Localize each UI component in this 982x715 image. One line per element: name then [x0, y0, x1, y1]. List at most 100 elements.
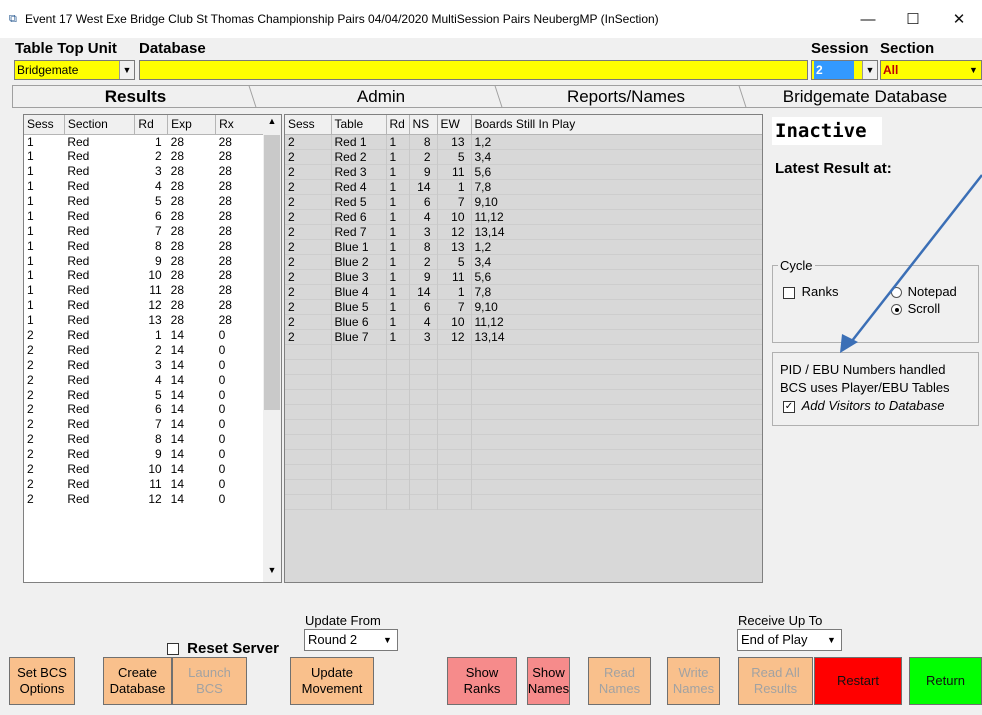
- table-top-unit-select[interactable]: Bridgemate ▼: [14, 60, 135, 80]
- table-row[interactable]: 2 Red 10 14 0: [24, 462, 264, 477]
- session-select[interactable]: 2 ▼: [811, 60, 878, 80]
- table-cell: 5: [154, 387, 162, 402]
- table-row[interactable]: 2 Blue 3 1 9 11 5,6: [285, 269, 762, 284]
- table-row[interactable]: 1 Red 3 28 28: [24, 164, 264, 179]
- return-button[interactable]: Return: [909, 657, 982, 705]
- show-ranks-button[interactable]: Show Ranks: [447, 657, 517, 705]
- table-row[interactable]: 2 Red 1 14 0: [24, 328, 264, 343]
- tab-results[interactable]: Results: [12, 85, 258, 107]
- table-row[interactable]: 1 Red 11 28 28: [24, 283, 264, 298]
- table-row[interactable]: 2 Red 5 1 6 7 9,10: [285, 194, 762, 209]
- table-row[interactable]: 2 Red 8 14 0: [24, 432, 264, 447]
- table-cell: 0: [218, 476, 226, 491]
- table-row[interactable]: 1 Red 9 28 28: [24, 253, 264, 268]
- table-row[interactable]: 2 Red 4 14 0: [24, 372, 264, 387]
- table-row[interactable]: 1 Red 6 28 28: [24, 208, 264, 223]
- chevron-down-icon[interactable]: ▼: [966, 61, 981, 79]
- table-row[interactable]: 2 Red 12 14 0: [24, 491, 264, 506]
- results-table[interactable]: Sess Section Rd Exp Rx 1 Red 1 28 28 1 Red 2 28 28 1 Re…: [23, 114, 282, 583]
- receive-up-to-select[interactable]: End of Play ▼: [737, 629, 842, 651]
- table-row[interactable]: 2 Red 3 1 9 11 5,6: [285, 164, 762, 179]
- table-row[interactable]: 1 Red 12 28 28: [24, 298, 264, 313]
- section-select[interactable]: All ▼: [880, 60, 982, 80]
- table-cell: [409, 434, 438, 449]
- column-header[interactable]: Table: [331, 115, 387, 135]
- boards-in-play-table[interactable]: Sess Table Rd NS EW Boards Still In Play 2 Red…: [284, 114, 763, 583]
- table-row[interactable]: 2 Red 1 1 8 13 1,2: [285, 134, 762, 149]
- table-cell: 1: [386, 179, 410, 194]
- table-cell: 6: [154, 208, 162, 223]
- table-row[interactable]: 1 Red 1 28 28: [24, 134, 264, 149]
- scroll-up-icon[interactable]: ▲: [263, 116, 281, 132]
- column-header[interactable]: Section: [64, 115, 136, 135]
- ranks-checkbox[interactable]: [783, 286, 795, 299]
- table-row[interactable]: 1 Red 10 28 28: [24, 268, 264, 283]
- write-names-button[interactable]: Write Names: [667, 657, 720, 705]
- table-row[interactable]: 1 Red 2 28 28: [24, 149, 264, 164]
- chevron-down-icon[interactable]: ▼: [862, 61, 877, 79]
- column-header[interactable]: NS: [409, 115, 438, 135]
- table-row[interactable]: 2 Red 11 14 0: [24, 476, 264, 491]
- table-row[interactable]: 1 Red 8 28 28: [24, 238, 264, 253]
- table-row[interactable]: 2 Blue 4 1 14 1 7,8: [285, 284, 762, 299]
- update-from-select[interactable]: Round 2 ▼: [304, 629, 398, 651]
- column-header[interactable]: EW: [437, 115, 472, 135]
- database-field[interactable]: [139, 60, 808, 80]
- set-bcs-options-button[interactable]: Set BCS Options: [9, 657, 75, 705]
- column-header[interactable]: Boards Still In Play: [471, 115, 762, 135]
- create-database-button[interactable]: Create Database: [103, 657, 172, 705]
- read-all-results-button[interactable]: Read All Results: [738, 657, 813, 705]
- table-cell: 14: [409, 284, 438, 299]
- chevron-down-icon[interactable]: ▼: [824, 632, 839, 648]
- table-row[interactable]: 2 Blue 2 1 2 5 3,4: [285, 254, 762, 269]
- table-row[interactable]: 2 Red 2 14 0: [24, 342, 264, 357]
- column-header[interactable]: Sess: [285, 115, 332, 135]
- restart-button[interactable]: Restart: [814, 657, 902, 705]
- table-row[interactable]: 2 Red 4 1 14 1 7,8: [285, 179, 762, 194]
- show-names-button[interactable]: Show Names: [527, 657, 570, 705]
- table-row[interactable]: 1 Red 7 28 28: [24, 223, 264, 238]
- table-row[interactable]: 2 Red 7 14 0: [24, 417, 264, 432]
- table-row[interactable]: 2 Red 6 14 0: [24, 402, 264, 417]
- column-header[interactable]: Sess: [24, 115, 65, 135]
- table-row[interactable]: 2 Red 2 1 2 5 3,4: [285, 149, 762, 164]
- column-header[interactable]: Rd: [134, 115, 169, 135]
- tab-admin[interactable]: Admin: [258, 85, 504, 107]
- tab-bridgemate-database[interactable]: Bridgemate Database: [748, 85, 982, 107]
- launch-bcs-button[interactable]: Launch BCS: [172, 657, 247, 705]
- close-button[interactable]: ✕: [936, 6, 982, 34]
- table-cell: Red 7: [331, 224, 387, 239]
- table-row[interactable]: 1 Red 5 28 28: [24, 194, 264, 209]
- column-header[interactable]: Exp: [167, 115, 217, 135]
- minimize-button[interactable]: —: [845, 6, 891, 34]
- add-visitors-label: Add Visitors to Database: [801, 398, 945, 413]
- table-cell: 0: [218, 357, 226, 372]
- scroll-thumb[interactable]: [264, 135, 280, 410]
- column-header[interactable]: Rx: [215, 115, 264, 135]
- table-row[interactable]: 2 Red 3 14 0: [24, 357, 264, 372]
- chevron-down-icon[interactable]: ▼: [119, 61, 134, 79]
- table-cell: 1: [27, 313, 34, 328]
- scroll-down-icon[interactable]: ▼: [263, 565, 281, 581]
- add-visitors-checkbox[interactable]: ✓: [783, 400, 795, 413]
- results-scrollbar[interactable]: ▲ ▼: [263, 115, 281, 582]
- table-row[interactable]: 2 Blue 7 1 3 12 13,14: [285, 329, 762, 344]
- update-movement-button[interactable]: Update Movement: [290, 657, 374, 705]
- maximize-button[interactable]: ☐: [890, 6, 936, 34]
- reset-server-option[interactable]: Reset Server: [167, 640, 279, 657]
- column-header[interactable]: Rd: [386, 115, 410, 135]
- chevron-down-icon[interactable]: ▼: [380, 632, 395, 648]
- table-row[interactable]: 1 Red 13 28 28: [24, 313, 264, 328]
- table-row[interactable]: 2 Red 5 14 0: [24, 387, 264, 402]
- table-row[interactable]: 2 Red 9 14 0: [24, 447, 264, 462]
- table-row[interactable]: 2 Blue 6 1 4 10 11,12: [285, 314, 762, 329]
- table-row[interactable]: 2 Blue 1 1 8 13 1,2: [285, 239, 762, 254]
- table-row[interactable]: 1 Red 4 28 28: [24, 179, 264, 194]
- table-row[interactable]: 2 Red 6 1 4 10 11,12: [285, 209, 762, 224]
- tab-reports-names[interactable]: Reports/Names: [504, 85, 748, 107]
- table-row[interactable]: 2 Blue 5 1 6 7 9,10: [285, 299, 762, 314]
- table-row[interactable]: 2 Red 7 1 3 12 13,14: [285, 224, 762, 239]
- reset-server-checkbox[interactable]: [167, 643, 179, 656]
- read-names-button[interactable]: Read Names: [588, 657, 651, 705]
- add-visitors-option[interactable]: ✓ Add Visitors to Database: [783, 398, 944, 413]
